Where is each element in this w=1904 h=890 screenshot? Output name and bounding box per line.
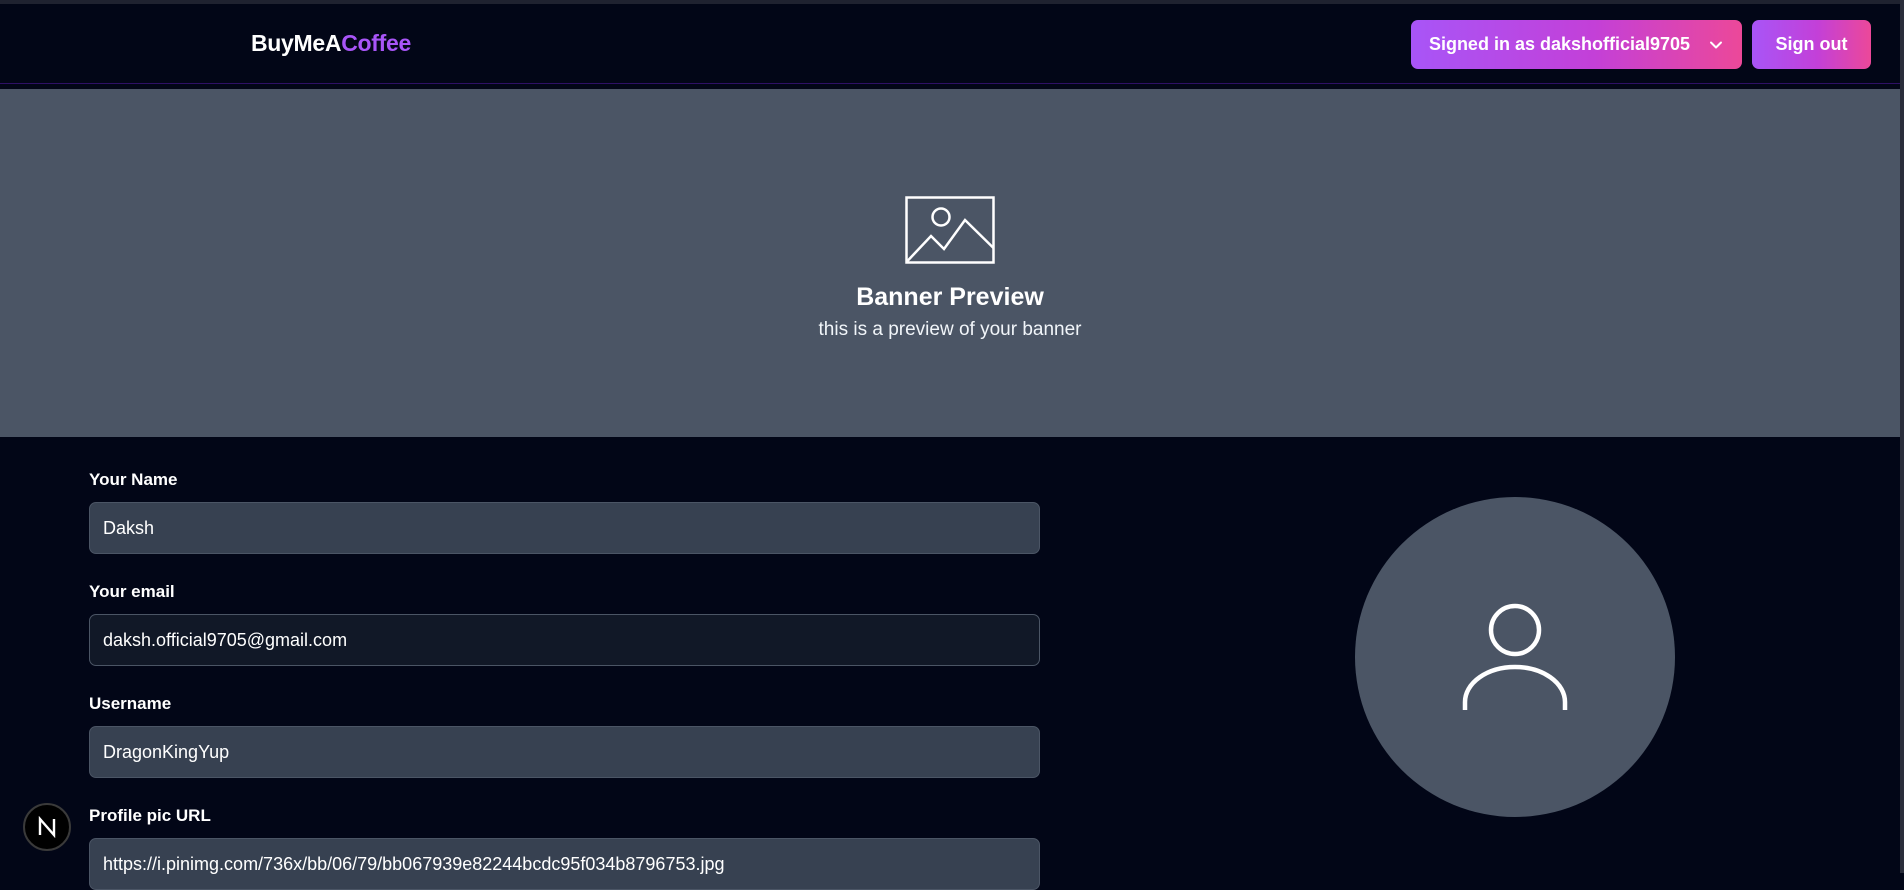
nextjs-icon xyxy=(38,816,56,838)
account-dropdown-label: Signed in as dakshofficial9705 xyxy=(1428,34,1691,54)
avatar-preview xyxy=(1355,497,1675,817)
profile-pic-input[interactable] xyxy=(89,838,1040,890)
logo-text-accent: Coffee xyxy=(341,30,411,56)
name-input[interactable] xyxy=(89,502,1040,554)
email-input[interactable] xyxy=(89,614,1040,666)
navbar: BuyMeACoffee Signed in as dakshofficial9… xyxy=(0,4,1900,84)
name-label: Your Name xyxy=(89,470,178,489)
chevron-down-icon xyxy=(1710,41,1723,48)
profile-pic-label: Profile pic URL xyxy=(89,806,211,825)
image-icon xyxy=(905,196,995,264)
dev-tools-badge[interactable] xyxy=(23,803,71,851)
account-dropdown-button[interactable]: Signed in as dakshofficial9705 xyxy=(1411,20,1742,69)
banner-title: Banner Preview xyxy=(856,283,1044,311)
username-label: Username xyxy=(89,694,172,713)
banner-preview: Banner Preview this is a preview of your… xyxy=(0,89,1900,437)
user-icon xyxy=(1462,603,1568,710)
logo-link[interactable]: BuyMeACoffee xyxy=(251,30,411,57)
banner-subtitle: this is a preview of your banner xyxy=(818,319,1082,340)
scrollbar[interactable] xyxy=(1900,0,1904,873)
sign-out-button[interactable]: Sign out xyxy=(1752,20,1871,69)
email-label: Your email xyxy=(89,582,175,601)
logo-text-primary: BuyMeA xyxy=(251,30,342,56)
username-input[interactable] xyxy=(89,726,1040,778)
